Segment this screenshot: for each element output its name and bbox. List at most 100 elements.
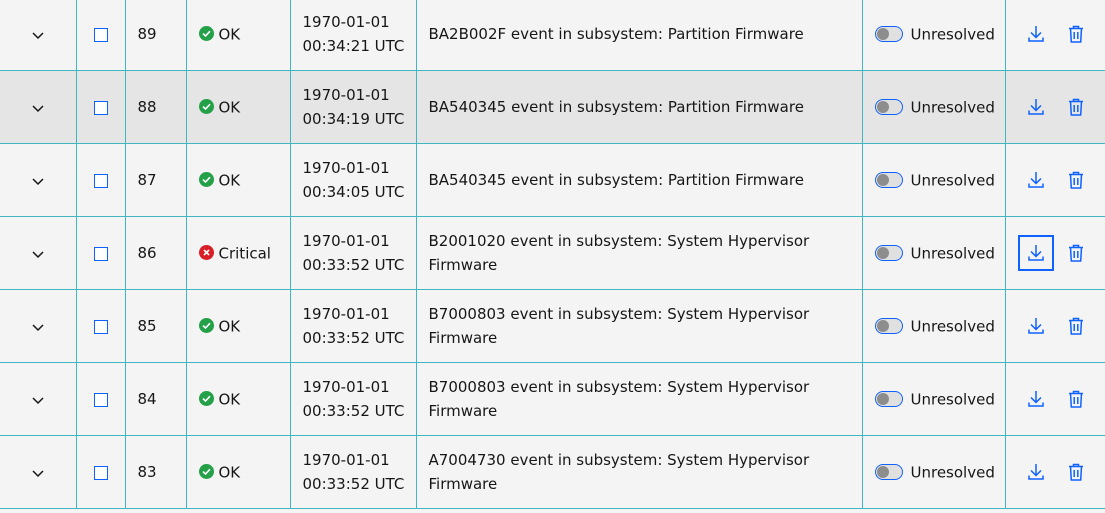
download-button[interactable] (1018, 454, 1054, 490)
resolved-toggle[interactable] (874, 26, 903, 43)
event-date: 1970-01-01 (302, 232, 390, 250)
download-icon (1027, 99, 1044, 115)
select-cell (75, 0, 125, 71)
download-button[interactable] (1017, 235, 1054, 271)
event-time: 00:33:52 UTC (302, 475, 405, 493)
actions-cell (1004, 362, 1105, 436)
row-checkbox[interactable] (93, 319, 108, 334)
id-cell: 88 (124, 70, 186, 144)
timestamp-cell: 1970-01-01 00:33:52 UTC (289, 216, 416, 290)
delete-button[interactable] (1058, 381, 1094, 417)
checkmark-filled-icon (198, 171, 214, 187)
resolution-label: Unresolved (910, 390, 995, 409)
event-id: 86 (137, 244, 157, 262)
timestamp-cell: 1970-01-01 00:33:52 UTC (289, 289, 416, 363)
row-checkbox[interactable] (93, 100, 108, 115)
severity-cell: OK (185, 143, 290, 217)
actions-cell (1004, 289, 1105, 363)
resolved-toggle[interactable] (874, 99, 903, 116)
severity-cell: OK (185, 435, 290, 509)
chevron-down-icon[interactable] (30, 465, 46, 481)
delete-button[interactable] (1058, 89, 1094, 125)
download-icon (1027, 172, 1044, 188)
resolution-label: Unresolved (910, 244, 995, 263)
delete-button[interactable] (1058, 16, 1094, 52)
event-time: 00:33:52 UTC (302, 329, 405, 347)
select-cell (75, 143, 125, 217)
select-cell (75, 362, 125, 436)
toggle-knob (876, 101, 889, 114)
chevron-down-icon[interactable] (30, 392, 46, 408)
expand-cell (0, 289, 76, 363)
id-cell: 87 (124, 143, 186, 217)
resolution-label: Unresolved (910, 317, 995, 336)
timestamp-cell: 1970-01-01 00:34:21 UTC (289, 0, 416, 71)
event-description: B7000803 event in subsystem: System Hype… (428, 378, 810, 420)
chevron-down-icon[interactable] (30, 100, 46, 116)
event-description: B7000803 event in subsystem: System Hype… (428, 305, 810, 347)
id-cell: 83 (124, 435, 186, 509)
event-date: 1970-01-01 (302, 305, 390, 323)
severity-cell: Critical (185, 216, 290, 290)
actions-cell (1004, 143, 1105, 217)
event-description: BA540345 event in subsystem: Partition F… (428, 98, 804, 116)
resolved-toggle[interactable] (874, 391, 903, 408)
severity-cell: OK (185, 70, 290, 144)
download-button[interactable] (1018, 162, 1054, 198)
table-row: 85 OK 1970-01-01 00:33:52 UTC B7000803 e… (0, 289, 1105, 363)
event-time: 00:33:52 UTC (302, 402, 405, 420)
row-checkbox[interactable] (93, 392, 108, 407)
download-button[interactable] (1018, 381, 1054, 417)
trash-can-icon (1068, 98, 1083, 116)
toggle-knob (876, 466, 889, 479)
resolution-cell: Unresolved (861, 0, 1005, 71)
resolved-toggle[interactable] (874, 318, 903, 335)
row-checkbox[interactable] (93, 173, 108, 188)
event-id: 87 (137, 171, 157, 189)
delete-button[interactable] (1058, 308, 1094, 344)
severity-label: OK (218, 25, 241, 44)
resolved-toggle[interactable] (874, 245, 903, 262)
actions-cell (1004, 216, 1105, 290)
toggle-knob (876, 174, 889, 187)
resolution-label: Unresolved (910, 171, 995, 190)
timestamp-cell: 1970-01-01 00:34:05 UTC (289, 143, 416, 217)
description-cell: B2001020 event in subsystem: System Hype… (415, 216, 862, 290)
table-row: 87 OK 1970-01-01 00:34:05 UTC BA540345 e… (0, 143, 1105, 217)
resolution-cell: Unresolved (861, 362, 1005, 436)
chevron-down-icon[interactable] (30, 173, 46, 189)
delete-button[interactable] (1058, 454, 1094, 490)
expand-cell (0, 216, 76, 290)
download-button[interactable] (1018, 16, 1054, 52)
id-cell: 85 (124, 289, 186, 363)
id-cell: 84 (124, 362, 186, 436)
delete-button[interactable] (1058, 162, 1094, 198)
severity-cell: OK (185, 362, 290, 436)
download-icon (1027, 391, 1044, 407)
chevron-down-icon[interactable] (30, 27, 46, 43)
event-time: 00:34:21 UTC (302, 37, 405, 55)
download-button[interactable] (1018, 89, 1054, 125)
id-cell: 86 (124, 216, 186, 290)
delete-button[interactable] (1058, 235, 1094, 271)
expand-cell (0, 362, 76, 436)
table-row: 84 OK 1970-01-01 00:33:52 UTC B7000803 e… (0, 362, 1105, 436)
row-checkbox[interactable] (93, 27, 108, 42)
select-cell (75, 289, 125, 363)
checkmark-filled-icon (198, 390, 214, 406)
select-cell (75, 435, 125, 509)
download-button[interactable] (1018, 308, 1054, 344)
severity-cell: OK (185, 289, 290, 363)
download-icon (1027, 464, 1044, 480)
chevron-down-icon[interactable] (30, 319, 46, 335)
id-cell: 89 (124, 0, 186, 71)
checkmark-filled-icon (198, 317, 214, 333)
resolved-toggle[interactable] (874, 464, 903, 481)
row-checkbox[interactable] (93, 246, 108, 261)
resolved-toggle[interactable] (874, 172, 903, 189)
event-description: BA540345 event in subsystem: Partition F… (428, 171, 804, 189)
chevron-down-icon[interactable] (30, 246, 46, 262)
description-cell: A7004730 event in subsystem: System Hype… (415, 435, 862, 509)
row-checkbox[interactable] (93, 465, 108, 480)
table-row: 88 OK 1970-01-01 00:34:19 UTC BA540345 e… (0, 70, 1105, 144)
